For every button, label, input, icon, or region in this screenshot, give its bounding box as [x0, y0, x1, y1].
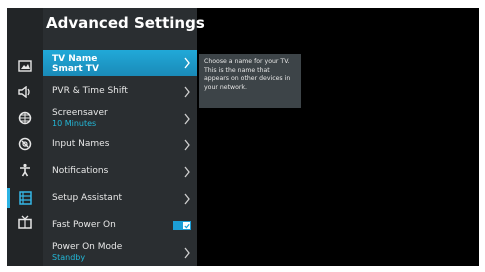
menu-item-label: Screensaver	[52, 108, 108, 118]
menu-item-value: Standby	[52, 253, 86, 262]
page-title: Advanced Settings	[46, 14, 205, 32]
chevron-right-icon	[184, 139, 190, 151]
menu-item-label: PVR & Time Shift	[52, 86, 128, 96]
chevron-right-icon	[184, 113, 190, 125]
menu-item-label: Notifications	[52, 166, 109, 176]
chevron-right-icon	[184, 57, 190, 69]
accessibility-icon[interactable]	[7, 160, 43, 180]
menu-item-value: 10 Minutes	[52, 119, 97, 128]
network-icon[interactable]	[7, 108, 43, 128]
menu-item-setup-assistant[interactable]: Setup Assistant	[43, 190, 197, 208]
chevron-right-icon	[184, 86, 190, 98]
menu-item-power-on-mode[interactable]: Power On Mode Standby	[43, 240, 197, 266]
system-icon[interactable]	[7, 188, 43, 208]
menu-item-notifications[interactable]: Notifications	[43, 163, 197, 181]
fast-power-on-toggle[interactable]	[173, 221, 191, 230]
chevron-right-icon	[184, 166, 190, 178]
tooltip-text: Choose a name for your TV. This is the n…	[204, 58, 291, 91]
help-tooltip: Choose a name for your TV. This is the n…	[199, 54, 301, 108]
menu-item-input-names[interactable]: Input Names	[43, 136, 197, 154]
broadcast-icon[interactable]	[7, 134, 43, 154]
menu-item-label: Setup Assistant	[52, 193, 123, 203]
chevron-right-icon	[184, 247, 190, 259]
menu-item-tv-name[interactable]: TV Name Smart TV	[43, 50, 197, 76]
menu-item-pvr-time-shift[interactable]: PVR & Time Shift	[43, 83, 197, 101]
menu-item-label: Power On Mode	[52, 242, 123, 252]
menu-item-fast-power-on[interactable]: Fast Power On	[43, 217, 197, 235]
menu-item-label: Input Names	[52, 139, 110, 149]
sidebar-icon-bar	[7, 8, 43, 266]
menu-item-label: TV Name	[52, 54, 98, 64]
sound-icon[interactable]	[7, 82, 43, 102]
menu-item-label: Fast Power On	[52, 220, 116, 230]
menu-item-value: Smart TV	[52, 64, 99, 74]
menu-item-screensaver[interactable]: Screensaver 10 Minutes	[43, 105, 197, 131]
picture-icon[interactable]	[7, 56, 43, 76]
check-icon	[183, 222, 190, 229]
channels-icon[interactable]	[7, 212, 43, 232]
chevron-right-icon	[184, 193, 190, 205]
